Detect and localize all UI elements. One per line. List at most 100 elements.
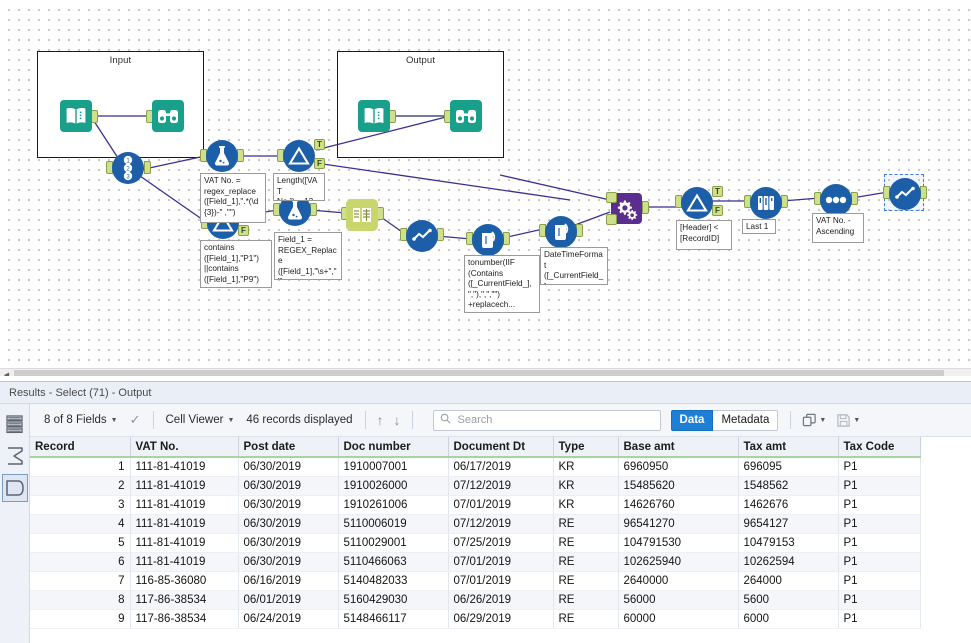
table-cell[interactable]: 07/01/2019 — [448, 495, 554, 515]
table-cell[interactable]: 111-81-41019 — [130, 495, 239, 515]
table-cell[interactable]: RE — [553, 552, 619, 572]
table-cell[interactable]: P1 — [838, 476, 921, 496]
table-row[interactable]: 9 117-86-38534 06/24/2019 5148466117 06/29/2… — [30, 609, 921, 629]
anchor-out-join-gears[interactable] — [642, 201, 649, 214]
table-row[interactable]: 2 111-81-41019 06/30/2019 1910026000 07/12/2… — [30, 476, 921, 496]
table-cell[interactable]: RE — [553, 533, 619, 553]
table-cell[interactable]: 3 — [30, 495, 131, 515]
table-cell[interactable]: 5110006019 — [338, 514, 449, 534]
table-row[interactable]: 5 111-81-41019 06/30/2019 5110029001 07/25/2… — [30, 533, 921, 553]
table-cell[interactable]: 1910026000 — [338, 476, 449, 496]
table-cell[interactable]: 111-81-41019 — [130, 533, 239, 553]
tool-filter-1[interactable] — [283, 140, 315, 172]
tool-sample[interactable] — [750, 187, 782, 219]
table-cell[interactable]: 07/12/2019 — [448, 514, 554, 534]
table-cell[interactable]: 111-81-41019 — [130, 457, 239, 477]
column-header-document-dt[interactable]: Document Dt — [448, 437, 554, 458]
tool-browse-output[interactable] — [450, 100, 482, 132]
table-cell[interactable]: 1462676 — [738, 495, 839, 515]
tab-metadata[interactable]: Metadata — [713, 409, 779, 431]
anchor-out-sort[interactable] — [851, 192, 858, 205]
table-cell[interactable]: 07/12/2019 — [448, 476, 554, 496]
table-cell[interactable]: 56000 — [618, 590, 739, 610]
table-cell[interactable]: 104791530 — [618, 533, 739, 553]
arrow-down-icon[interactable]: ↓ — [389, 412, 406, 428]
table-cell[interactable]: 10262594 — [738, 552, 839, 572]
table-cell[interactable]: 264000 — [738, 571, 839, 591]
canvas-horizontal-scrollbar[interactable]: ◀ — [0, 368, 971, 376]
table-cell[interactable]: RE — [553, 571, 619, 591]
table-cell[interactable]: 07/01/2019 — [448, 552, 554, 572]
table-row[interactable]: 1 111-81-41019 06/30/2019 1910007001 06/17/2… — [30, 457, 921, 477]
table-cell[interactable]: P1 — [838, 495, 921, 515]
table-row[interactable]: 4 111-81-41019 06/30/2019 5110006019 07/12/2… — [30, 514, 921, 534]
table-cell[interactable]: 4 — [30, 514, 131, 534]
table-cell[interactable]: 116-85-36080 — [130, 571, 239, 591]
table-cell[interactable]: 1910007001 — [338, 457, 449, 477]
table-cell[interactable]: RE — [553, 609, 619, 629]
table-cell[interactable]: 96541270 — [618, 514, 739, 534]
fields-selector[interactable]: 8 of 8 Fields ▼ — [38, 414, 124, 426]
table-cell[interactable]: 6960950 — [618, 457, 739, 477]
column-header-tax-amt[interactable]: Tax amt — [738, 437, 839, 458]
table-cell[interactable]: P1 — [838, 552, 921, 572]
anchor-out-multifield-formula-2[interactable] — [576, 224, 583, 237]
table-list-icon[interactable] — [2, 410, 28, 438]
table-cell[interactable]: 06/01/2019 — [238, 590, 339, 610]
table-cell[interactable]: P1 — [838, 533, 921, 553]
table-cell[interactable]: 60000 — [618, 609, 739, 629]
tool-select[interactable] — [346, 199, 378, 231]
column-header-tax-code[interactable]: Tax Code — [838, 437, 921, 458]
table-cell[interactable]: 5140482033 — [338, 571, 449, 591]
table-cell[interactable]: 06/16/2019 — [238, 571, 339, 591]
profile-shape-icon[interactable] — [1, 474, 28, 502]
save-icon[interactable]: ▼ — [831, 413, 865, 428]
table-cell[interactable]: RE — [553, 514, 619, 534]
search-input[interactable] — [455, 413, 654, 427]
tool-sort[interactable] — [820, 184, 852, 216]
tool-multifield-formula-1[interactable] — [472, 224, 504, 256]
column-header-record[interactable]: Record — [30, 437, 131, 458]
table-cell[interactable]: 5 — [30, 533, 131, 553]
search-box[interactable] — [432, 409, 661, 431]
table-cell[interactable]: 06/30/2019 — [238, 552, 339, 572]
table-cell[interactable]: 06/24/2019 — [238, 609, 339, 629]
column-header-post-date[interactable]: Post date — [238, 437, 339, 458]
table-cell[interactable]: 9 — [30, 609, 131, 629]
table-cell[interactable]: 6000 — [738, 609, 839, 629]
table-cell[interactable]: 06/17/2019 — [448, 457, 554, 477]
column-header-type[interactable]: Type — [553, 437, 619, 458]
anchor-out-browse-mid[interactable] — [437, 228, 444, 241]
summary-sigma-icon[interactable] — [2, 442, 28, 470]
anchor-out-browse-final[interactable] — [920, 186, 927, 199]
table-cell[interactable]: P1 — [838, 609, 921, 629]
cell-viewer-selector[interactable]: Cell Viewer ▼ — [160, 414, 241, 426]
table-cell[interactable]: P1 — [838, 457, 921, 477]
table-cell[interactable]: 1910261006 — [338, 495, 449, 515]
table-cell[interactable]: 117-86-38534 — [130, 609, 239, 629]
canvas-scroll-left-arrow[interactable]: ◀ — [0, 368, 13, 376]
table-cell[interactable]: KR — [553, 457, 619, 477]
table-cell[interactable]: 15485620 — [618, 476, 739, 496]
table-cell[interactable]: 06/30/2019 — [238, 457, 339, 477]
results-grid-scroll[interactable]: Record VAT No. Post date Doc number Docu… — [30, 437, 971, 643]
table-cell[interactable]: 06/26/2019 — [448, 590, 554, 610]
table-cell[interactable]: 696095 — [738, 457, 839, 477]
anchor-out-input-data[interactable] — [91, 110, 98, 123]
table-row[interactable]: 7 116-85-36080 06/16/2019 5140482033 07/01/2… — [30, 571, 921, 591]
table-cell[interactable]: 07/25/2019 — [448, 533, 554, 553]
checkmark-icon[interactable]: ✓ — [124, 412, 147, 428]
column-header-doc-number[interactable]: Doc number — [338, 437, 449, 458]
table-cell[interactable]: 111-81-41019 — [130, 514, 239, 534]
table-cell[interactable]: 8 — [30, 590, 131, 610]
table-cell[interactable]: P1 — [838, 514, 921, 534]
table-cell[interactable]: 06/30/2019 — [238, 495, 339, 515]
anchor-out-output-data[interactable] — [389, 110, 396, 123]
arrow-up-icon[interactable]: ↑ — [372, 412, 389, 428]
table-cell[interactable]: P1 — [838, 590, 921, 610]
anchor-out-multifield-formula-1[interactable] — [503, 232, 510, 245]
anchor-out-formula-2[interactable] — [310, 203, 317, 216]
table-row[interactable]: 3 111-81-41019 06/30/2019 1910261006 07/01/2… — [30, 495, 921, 515]
table-cell[interactable]: RE — [553, 590, 619, 610]
tool-filter-3[interactable] — [681, 187, 713, 219]
